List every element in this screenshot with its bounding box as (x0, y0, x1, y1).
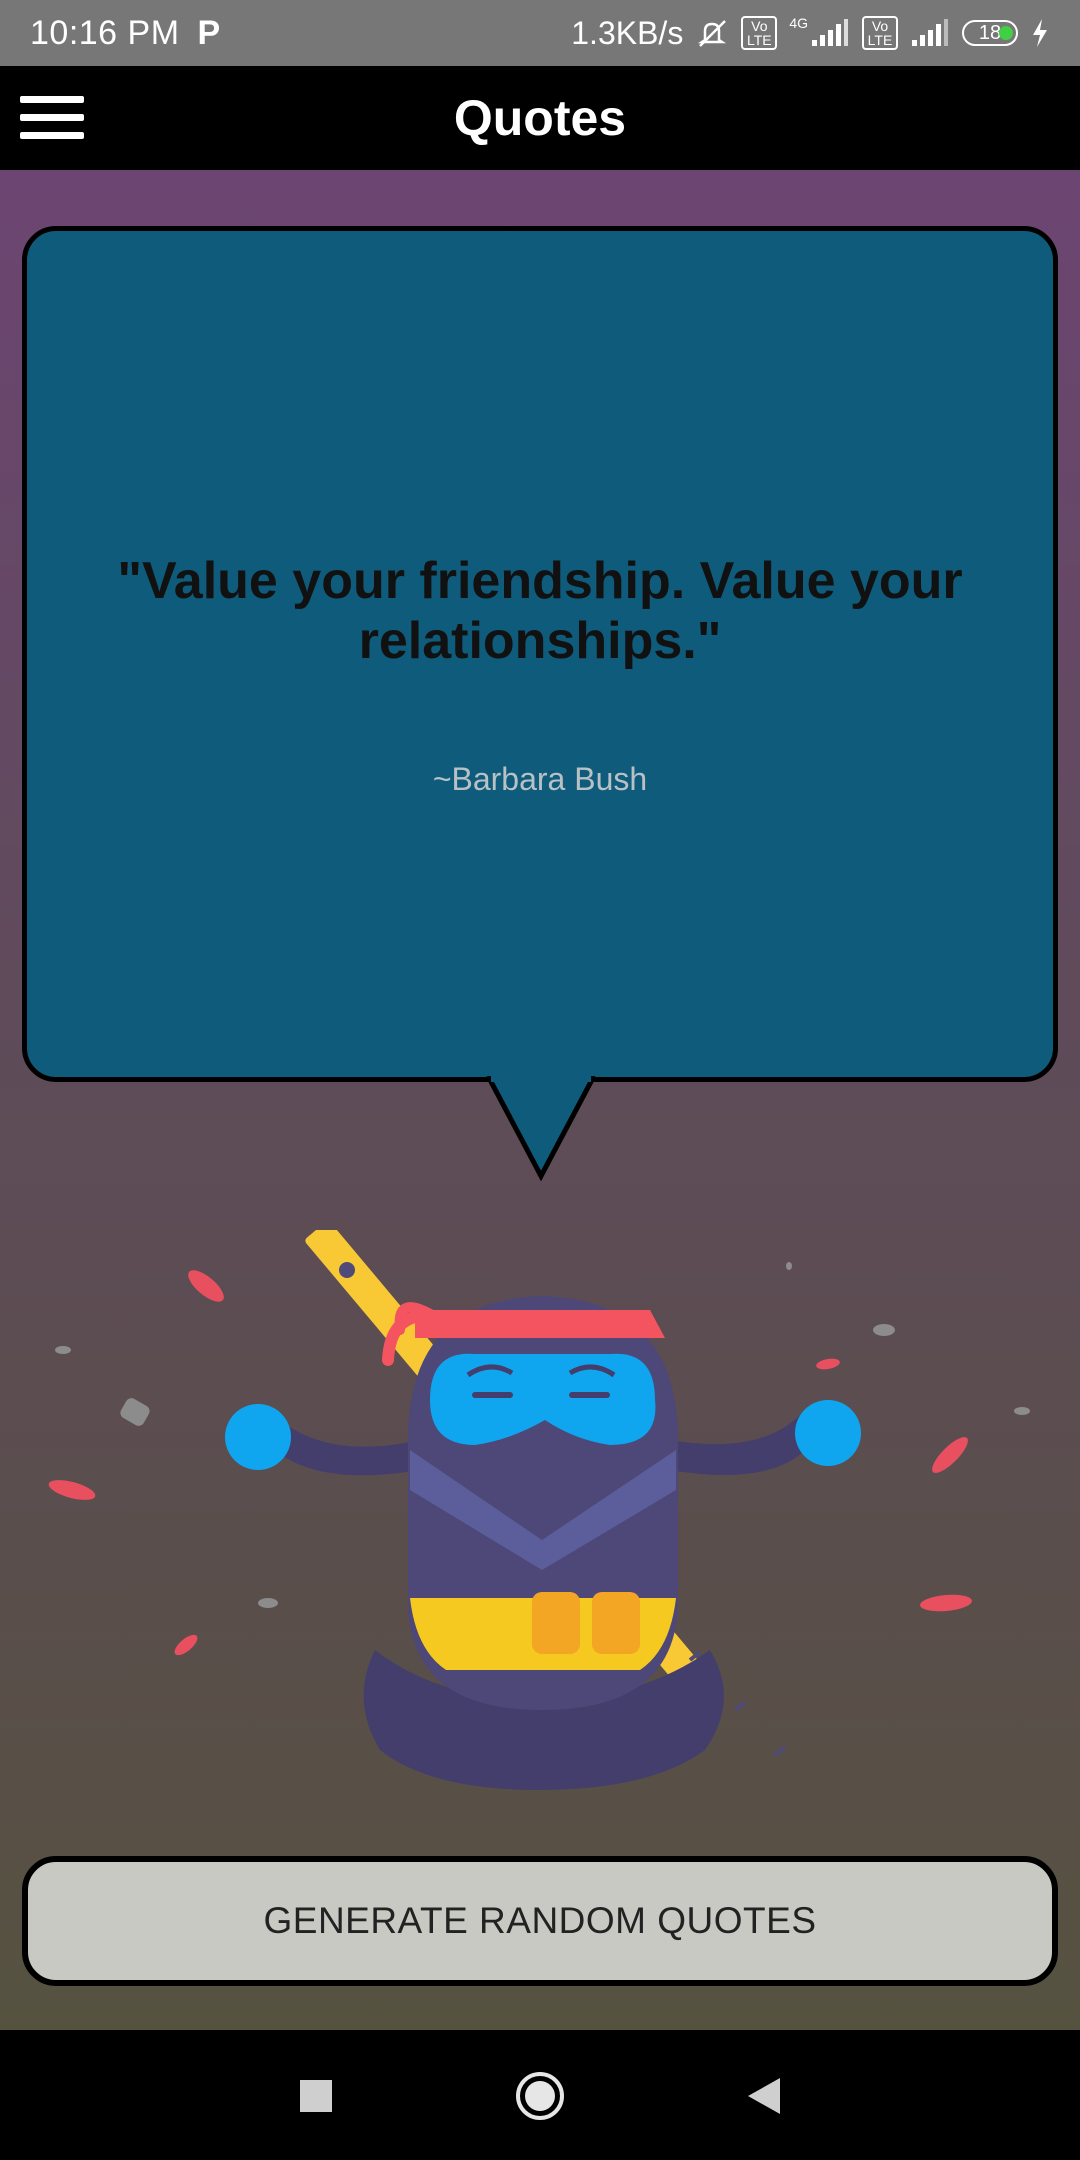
status-right-group: 1.3KB/s Vo LTE 4G Vo LTE 18 (571, 15, 1050, 52)
parking-app-icon: P (197, 13, 221, 52)
system-nav-bar (0, 2030, 1080, 2160)
bubble-tail (486, 1076, 596, 1182)
status-time: 10:16 PM (30, 13, 180, 52)
silent-bell-icon (695, 16, 729, 50)
network-speed: 1.3KB/s (571, 14, 684, 51)
volte-icon: Vo LTE (741, 16, 778, 50)
generate-random-quotes-button[interactable]: GENERATE RANDOM QUOTES (22, 1856, 1058, 1986)
quote-text: "Value your friendship. Value your relat… (117, 552, 963, 670)
battery-charge-dot (999, 26, 1013, 40)
quote-bubble: "Value your friendship. Value your relat… (22, 226, 1058, 1082)
back-icon[interactable] (734, 2070, 794, 2122)
app-bar: Quotes (0, 66, 1080, 170)
main-content: "Value your friendship. Value your relat… (0, 170, 1080, 2030)
battery-icon: 18 (962, 20, 1018, 46)
page-title: Quotes (453, 90, 627, 146)
signal-icon: 4G (789, 15, 850, 48)
recent-apps-icon[interactable] (286, 2070, 346, 2122)
quote-author: ~Barbara Bush (432, 761, 648, 797)
home-icon[interactable] (510, 2070, 570, 2122)
hamburger-menu-icon[interactable] (20, 96, 84, 142)
right-hand (795, 1400, 861, 1466)
network-4g-label: 4G (789, 15, 808, 31)
charging-icon (1030, 18, 1050, 48)
volte-icon-2: Vo LTE (862, 16, 898, 50)
status-bar: 10:16 PM P 1.3KB/s Vo LTE 4G Vo LTE 18 (0, 0, 1080, 66)
signal-icon-2 (910, 18, 950, 48)
headband (415, 1310, 665, 1338)
left-hand (225, 1404, 291, 1470)
battery-level: 18 (978, 21, 1002, 44)
